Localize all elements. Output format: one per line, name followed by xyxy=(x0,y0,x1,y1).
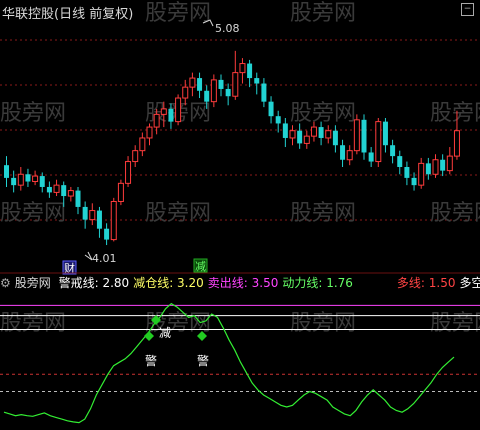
candle-body xyxy=(353,119,360,152)
candle-body xyxy=(89,210,96,221)
indicator-name: 股旁网 xyxy=(14,276,51,290)
candle-body xyxy=(96,210,102,229)
watermark: 股旁网 xyxy=(290,311,356,336)
watermark: 股旁网 xyxy=(0,101,66,126)
candle-body xyxy=(303,135,310,144)
candle-body xyxy=(11,177,17,186)
candle-body xyxy=(411,177,417,186)
candle-body xyxy=(146,126,153,139)
candle-body xyxy=(446,155,453,172)
candle-body xyxy=(340,145,346,160)
candle-body xyxy=(325,130,332,139)
candle-body xyxy=(225,88,231,97)
candle-body xyxy=(39,176,45,187)
candle-body xyxy=(247,63,253,79)
candle-body xyxy=(368,152,374,162)
candle-body xyxy=(153,113,160,128)
watermark: 股旁网 xyxy=(430,311,480,336)
candle-body xyxy=(46,186,52,193)
candle-body xyxy=(25,174,31,182)
watermark: 股旁网 xyxy=(290,201,356,226)
low-label: 4.01 xyxy=(92,252,117,265)
candle-body xyxy=(210,79,217,103)
candle-body xyxy=(390,145,396,157)
candle-body xyxy=(17,173,24,186)
legend-item: 减仓线: 3.20 xyxy=(133,276,204,290)
candle-body xyxy=(104,228,110,240)
candle-body xyxy=(139,137,146,152)
candle-body xyxy=(453,130,460,157)
price-annotations: 5.08 4.01 财 减 xyxy=(62,19,240,275)
candle-body xyxy=(297,130,303,144)
candle-body xyxy=(197,78,203,91)
watermark: 股旁网 xyxy=(0,311,66,336)
candle-body xyxy=(168,108,174,122)
candle-body xyxy=(432,159,439,175)
signal-jing: 警 xyxy=(197,353,209,368)
watermark: 股旁网 xyxy=(430,101,480,126)
candle-body xyxy=(132,150,139,163)
watermark: 股旁网 xyxy=(145,1,211,26)
candle-body xyxy=(218,79,224,89)
candle-body xyxy=(289,130,296,139)
window-title: 华联控股(日线 前复权) xyxy=(2,7,134,22)
watermark: 股旁网 xyxy=(145,201,211,226)
candle-body xyxy=(75,190,81,207)
legend-item: 多线: 1.50 xyxy=(396,276,456,290)
watermark: 股旁网 xyxy=(290,1,356,26)
candlestick-series xyxy=(4,50,460,246)
candle-body xyxy=(282,123,288,138)
legend-item: 动力线: 1.76 xyxy=(282,276,353,290)
indicator-panel xyxy=(0,302,480,424)
candle-body xyxy=(189,77,196,88)
watermark: 股旁网 xyxy=(290,101,356,126)
low-pointer-icon xyxy=(84,251,93,261)
candle-body xyxy=(261,83,267,102)
candle-body xyxy=(375,121,382,163)
signal-jing: 警 xyxy=(145,353,157,368)
candle-body xyxy=(310,126,317,137)
candle-body xyxy=(239,63,246,74)
power-line xyxy=(3,302,455,424)
candle-body xyxy=(67,190,74,197)
candle-body xyxy=(117,182,124,202)
candle-body xyxy=(160,108,167,115)
marker-jian: 减 xyxy=(195,260,206,273)
stock-chart: 股旁网股旁网股旁网股旁网股旁网股旁网股旁网股旁网股旁网股旁网股旁网股旁网股旁网股… xyxy=(0,1,480,424)
candle-body xyxy=(382,121,388,146)
high-label: 5.08 xyxy=(215,22,240,35)
candle-body xyxy=(32,175,39,183)
legend-item: 卖出线: 3.50 xyxy=(207,276,279,290)
candle-body xyxy=(232,72,239,97)
candle-body xyxy=(125,161,132,184)
candle-body xyxy=(254,78,260,84)
watermark: 股旁网 xyxy=(430,201,480,226)
candle-body xyxy=(182,86,189,99)
candle-body xyxy=(397,156,403,167)
candle-body xyxy=(175,97,182,123)
candle-body xyxy=(440,159,446,171)
legend-item: 多空线: 1 xyxy=(459,276,480,290)
candle-body xyxy=(404,167,410,178)
candle-body xyxy=(268,101,274,117)
candle-body xyxy=(53,184,60,193)
candle-body xyxy=(425,163,431,175)
indicator-gear-icon[interactable]: ⚙ xyxy=(0,276,11,290)
candle-body xyxy=(82,206,88,220)
indicator-legend: ⚙ 股旁网 警戒线: 2.80 减仓线: 3.20 卖出线: 3.50 动力线: 1.7… xyxy=(0,274,480,292)
candle-body xyxy=(61,185,67,197)
candle-body xyxy=(204,90,210,102)
candle-body xyxy=(318,127,324,138)
candle-body xyxy=(4,165,9,178)
candle-body xyxy=(110,200,117,241)
signal-jian: 减 xyxy=(159,326,171,340)
minimize-button[interactable]: − xyxy=(461,3,474,16)
legend-item: 警戒线: 2.80 xyxy=(58,276,130,290)
candle-body xyxy=(418,162,425,186)
candle-body xyxy=(361,119,367,153)
candle-body xyxy=(275,116,281,124)
candle-body xyxy=(332,130,338,146)
candle-body xyxy=(346,150,353,161)
watermark: 股旁网 xyxy=(0,201,66,226)
